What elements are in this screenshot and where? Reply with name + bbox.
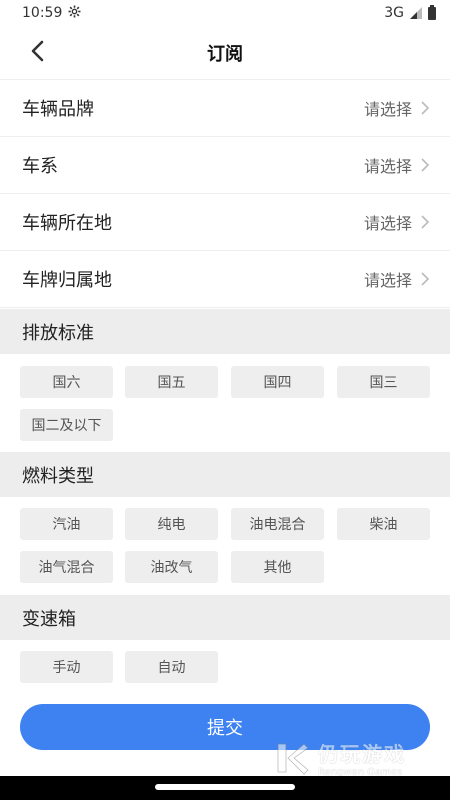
chevron-right-icon <box>420 214 430 230</box>
chevron-left-icon <box>30 40 44 66</box>
nav-bar: 订阅 <box>0 26 450 80</box>
tag-option[interactable]: 柴油 <box>337 508 430 540</box>
status-bar: 10:59 3G <box>0 0 450 26</box>
tag-option[interactable]: 手动 <box>20 651 113 683</box>
tag-option[interactable]: 国五 <box>125 366 218 398</box>
tag-option[interactable]: 汽油 <box>20 508 113 540</box>
filter-label: 车辆所在地 <box>22 213 112 234</box>
signal-icon <box>410 7 422 19</box>
section-header-fuel: 燃料类型 <box>0 452 450 497</box>
filter-row-brand[interactable]: 车辆品牌 请选择 <box>0 80 450 137</box>
filter-value: 请选择 <box>363 271 412 290</box>
tag-option[interactable]: 油气混合 <box>20 551 113 583</box>
home-gesture-pill[interactable] <box>155 784 295 790</box>
chevron-right-icon <box>420 271 430 287</box>
watermark-text: 仍玩游戏 Rengwan Games <box>318 738 406 778</box>
filter-label: 车系 <box>22 156 58 177</box>
tag-option[interactable]: 油改气 <box>125 551 218 583</box>
battery-icon <box>428 4 436 20</box>
section-header-emission: 排放标准 <box>0 309 450 354</box>
tag-option[interactable]: 纯电 <box>125 508 218 540</box>
filter-right: 请选择 <box>364 210 430 234</box>
filter-label: 车牌归属地 <box>22 270 112 291</box>
filter-right: 请选择 <box>364 267 430 291</box>
tag-option[interactable]: 自动 <box>125 651 218 683</box>
system-navigation-bar <box>0 776 450 800</box>
tag-option[interactable]: 国二及以下 <box>20 409 113 441</box>
gear-icon <box>68 5 81 22</box>
chevron-right-icon <box>420 157 430 173</box>
filter-row-series[interactable]: 车系 请选择 <box>0 137 450 194</box>
tag-option[interactable]: 国四 <box>231 366 324 398</box>
filter-right: 请选择 <box>364 96 430 120</box>
filter-value: 请选择 <box>363 100 412 119</box>
filter-value: 请选择 <box>363 157 412 176</box>
watermark: 仍玩游戏 Rengwan Games <box>272 734 437 782</box>
filter-row-plate-region[interactable]: 车牌归属地 请选择 <box>0 251 450 308</box>
tag-option[interactable]: 国六 <box>20 366 113 398</box>
back-button[interactable] <box>20 36 54 70</box>
network-label: 3G <box>384 5 404 21</box>
watermark-logo-icon <box>272 738 312 778</box>
chevron-right-icon <box>420 100 430 116</box>
filter-right: 请选择 <box>364 153 430 177</box>
tag-option[interactable]: 其他 <box>231 551 324 583</box>
status-time: 10:59 <box>22 5 63 21</box>
filter-label: 车辆品牌 <box>22 99 94 120</box>
status-right: 3G <box>384 4 436 21</box>
section-header-gearbox: 变速箱 <box>0 595 450 640</box>
filter-value: 请选择 <box>363 214 412 233</box>
status-left: 10:59 <box>22 5 81 22</box>
filter-row-location[interactable]: 车辆所在地 请选择 <box>0 194 450 251</box>
tag-option[interactable]: 国三 <box>337 366 430 398</box>
watermark-cn: 仍玩游戏 <box>318 742 406 766</box>
page-title: 订阅 <box>207 43 243 65</box>
tag-option[interactable]: 油电混合 <box>231 508 324 540</box>
